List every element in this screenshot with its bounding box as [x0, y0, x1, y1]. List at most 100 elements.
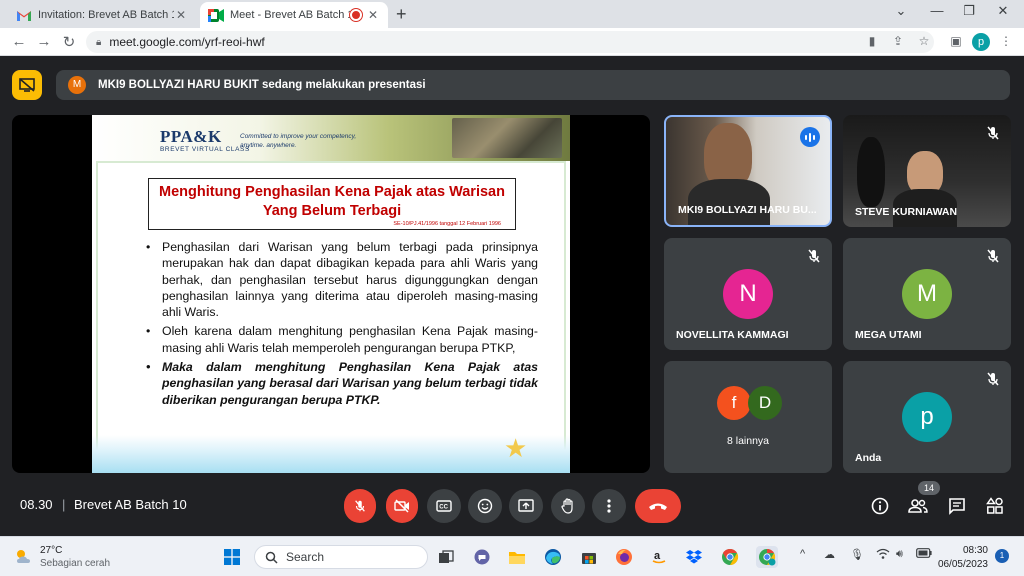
- edge-button[interactable]: [542, 546, 564, 568]
- bookmark-star-icon[interactable]: ☆: [916, 34, 932, 48]
- camera-toggle-button[interactable]: [386, 489, 418, 523]
- participant-name: MEGA UTAMI: [855, 329, 922, 341]
- mic-off-icon: [987, 249, 999, 263]
- captions-button[interactable]: CC: [427, 489, 461, 523]
- recording-icon: [350, 9, 362, 21]
- participant-body: [688, 179, 770, 225]
- wifi-icon[interactable]: [876, 548, 890, 563]
- chrome-profile-button[interactable]: [756, 546, 778, 568]
- store-icon: [582, 553, 596, 564]
- reactions-button[interactable]: [468, 489, 502, 523]
- share-icon[interactable]: ⇪: [890, 34, 906, 48]
- address-bar[interactable]: 🔒︎ meet.google.com/yrf-reoi-hwf: [86, 31, 934, 53]
- participant-tile-presenter[interactable]: MKI9 BOLLYAZI HARU BU...: [664, 115, 832, 227]
- task-view-button[interactable]: [435, 546, 457, 568]
- close-tab-icon[interactable]: ✕: [366, 8, 380, 22]
- emoji-icon: [477, 498, 493, 514]
- task-view-icon: [439, 550, 454, 563]
- participant-name: Anda: [855, 452, 882, 464]
- slide-reference: SE-10/PJ.41/1996 tanggal 12 Februari 199…: [393, 221, 501, 227]
- others-tile[interactable]: f D 8 lainnya: [664, 361, 832, 473]
- participant-avatar: f: [717, 386, 751, 420]
- search-placeholder: Search: [286, 550, 325, 564]
- leave-call-button[interactable]: [635, 489, 681, 523]
- microphone-icon[interactable]: 🎙︎: [850, 548, 864, 561]
- participant-tile[interactable]: N NOVELLITA KAMMAGI: [664, 238, 832, 350]
- forward-icon[interactable]: →: [35, 33, 53, 50]
- notification-badge[interactable]: 1: [995, 549, 1009, 563]
- separator: |: [62, 497, 66, 512]
- taskbar-search[interactable]: Search: [254, 545, 428, 569]
- tab-search-icon[interactable]: ⌄: [889, 3, 913, 19]
- presentation-stage: PPA&K BREVET VIRTUAL CLASS Committed to …: [12, 115, 650, 473]
- info-icon: [871, 497, 889, 515]
- participant-name: MKI9 BOLLYAZI HARU BU...: [678, 204, 817, 216]
- chrome-button[interactable]: [719, 546, 741, 568]
- present-off-icon: [19, 78, 35, 92]
- participant-avatar: N: [723, 269, 773, 319]
- weather-partly-sunny-icon: [17, 550, 30, 563]
- amazon-button[interactable]: a: [648, 546, 670, 568]
- amazon-icon: a: [652, 550, 666, 564]
- slide-bullet: Maka dalam menghitung Penghasilan Kena P…: [144, 359, 538, 408]
- store-button[interactable]: [578, 546, 600, 568]
- close-tab-icon[interactable]: ✕: [174, 8, 188, 22]
- participant-tile[interactable]: M MEGA UTAMI: [843, 238, 1011, 350]
- people-button[interactable]: [908, 496, 928, 516]
- camera-icon[interactable]: ▮: [864, 34, 880, 48]
- self-avatar: p: [902, 392, 952, 442]
- mic-toggle-button[interactable]: [344, 489, 376, 523]
- slide-bullet: Oleh karena dalam menghitung penghasilan…: [144, 323, 538, 356]
- show-hidden-icons-icon[interactable]: ^: [800, 548, 805, 560]
- meeting-details-button[interactable]: [870, 496, 890, 516]
- activities-button[interactable]: [985, 496, 1005, 516]
- start-button[interactable]: [221, 546, 243, 568]
- chat-app-button[interactable]: [471, 546, 493, 568]
- meeting-time: 08.30: [20, 497, 53, 512]
- chrome-icon: [722, 548, 739, 566]
- windows-icon: [224, 549, 240, 565]
- close-window-button[interactable]: ✕: [991, 3, 1015, 19]
- mic-off-icon: [355, 500, 365, 512]
- self-tile[interactable]: p Anda: [843, 361, 1011, 473]
- minimize-button[interactable]: —: [925, 3, 949, 18]
- tab-strip: Invitation: Brevet AB Batch 10 @ ✕ Meet …: [0, 0, 1024, 28]
- side-panel-icon[interactable]: ▣: [948, 34, 964, 48]
- url-text: meet.google.com/yrf-reoi-hwf: [109, 35, 265, 49]
- teams-chat-icon: [474, 549, 490, 565]
- participant-tile[interactable]: STEVE KURNIAWAN: [843, 115, 1011, 227]
- stop-presenting-button[interactable]: [12, 70, 42, 100]
- browser-toolbar: ← → ↻ 🔒︎ meet.google.com/yrf-reoi-hwf ▮ …: [0, 28, 1024, 56]
- volume-icon[interactable]: 🔊︎: [896, 548, 903, 561]
- participant-avatar: M: [902, 269, 952, 319]
- participant-avatar: D: [748, 386, 782, 420]
- file-explorer-button[interactable]: [506, 546, 528, 568]
- clock-date[interactable]: 06/05/2023: [936, 559, 988, 570]
- firefox-icon: [616, 549, 632, 565]
- tab-meet[interactable]: Meet - Brevet AB Batch 10 ✕: [200, 2, 388, 28]
- captions-icon: CC: [436, 500, 452, 512]
- slide-logo: PPA&K: [160, 127, 222, 146]
- new-tab-button[interactable]: +: [396, 4, 407, 25]
- slide-title-line1: Menghitung Penghasilan Kena Pajak atas W…: [159, 184, 505, 200]
- present-button[interactable]: [509, 489, 543, 523]
- battery-icon[interactable]: [916, 548, 932, 561]
- raise-hand-button[interactable]: [551, 489, 585, 523]
- more-options-button[interactable]: [592, 489, 626, 523]
- tab-title: Meet - Brevet AB Batch 10: [230, 9, 350, 21]
- header-photo: [452, 118, 562, 158]
- slide-logo-subtitle: BREVET VIRTUAL CLASS: [160, 146, 250, 153]
- tab-gmail[interactable]: Invitation: Brevet AB Batch 10 @ ✕: [8, 2, 196, 28]
- chat-button[interactable]: [947, 496, 967, 516]
- restore-button[interactable]: ❐: [957, 3, 981, 19]
- slide-footer-decoration: [92, 435, 570, 473]
- dropbox-button[interactable]: [683, 546, 705, 568]
- firefox-button[interactable]: [613, 546, 635, 568]
- back-icon[interactable]: ←: [10, 33, 28, 50]
- menu-icon[interactable]: ⋮: [998, 34, 1014, 48]
- more-vert-icon: [607, 499, 611, 513]
- reload-icon[interactable]: ↻: [60, 33, 78, 51]
- clock-time[interactable]: 08:30: [940, 545, 988, 556]
- profile-avatar[interactable]: p: [972, 33, 990, 51]
- cloud-icon[interactable]: ☁: [824, 548, 835, 561]
